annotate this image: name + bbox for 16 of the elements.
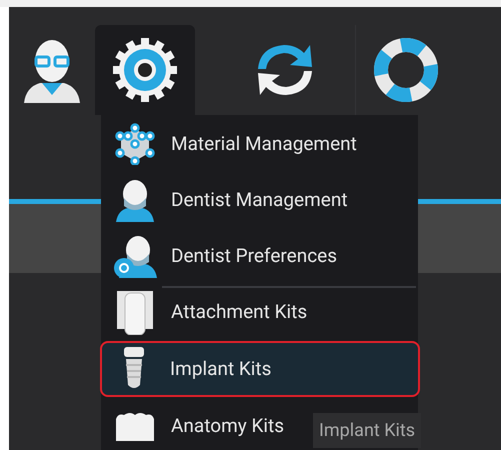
person-icon xyxy=(114,178,156,222)
cylinder-icon xyxy=(115,289,155,335)
lifebuoy-icon xyxy=(372,37,438,103)
settings-icon xyxy=(112,37,178,103)
menu-item[interactable]: Dentist Management xyxy=(101,172,418,228)
menu-item[interactable]: Implant Kits xyxy=(100,341,420,397)
person-icon xyxy=(22,37,82,103)
molecule-icon xyxy=(114,123,156,165)
person-gear-icon xyxy=(113,234,157,278)
menu-item[interactable]: Material Management xyxy=(101,116,418,172)
menu-item[interactable]: Attachment Kits xyxy=(101,284,418,340)
toolbar-button[interactable] xyxy=(95,25,195,115)
menu-item[interactable]: Dentist Preferences xyxy=(101,228,418,284)
screw-icon xyxy=(122,347,146,391)
tooth-icon xyxy=(114,411,156,441)
tooltip: Implant Kits xyxy=(313,413,422,448)
